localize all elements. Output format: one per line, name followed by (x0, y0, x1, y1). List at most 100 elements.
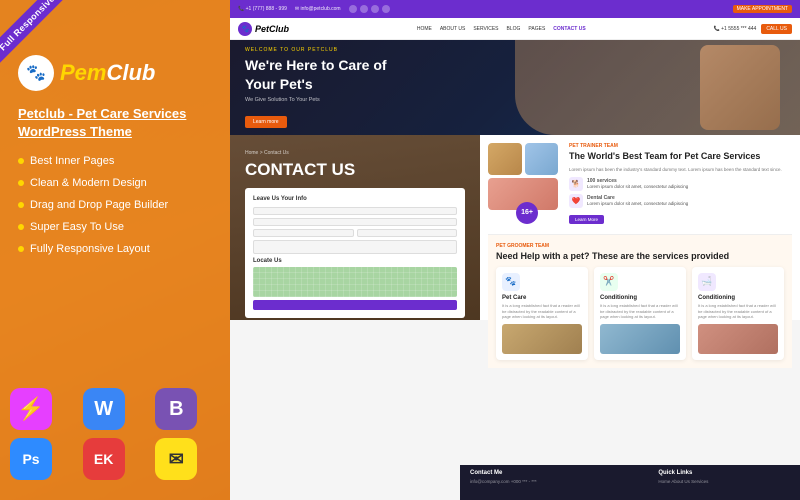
make-appointment-button[interactable]: MAKE APPOINTMENT (733, 5, 792, 13)
nav-home[interactable]: HOME (417, 26, 432, 32)
contact-breadcrumb: Home > Contact Us (245, 150, 465, 156)
team-photos-container: 16+ (488, 143, 563, 226)
service-desc-3: It is a long established fact that a rea… (698, 303, 778, 320)
feature-item: Fully Responsive Layout (18, 243, 213, 255)
feature-item: Drag and Drop Page Builder (18, 199, 213, 211)
hero-pet-image (700, 45, 780, 130)
feature-dot (18, 158, 24, 164)
hero-tag: WELCOME TO OUR PETCLUB (245, 47, 405, 53)
feature-item: Super Easy To Use (18, 221, 213, 233)
contact-submit-button[interactable] (253, 300, 457, 310)
elementor-icon: ⚡ (10, 388, 52, 430)
team-features: 🐕 100 services Lorem ipsum dolor sit ame… (569, 177, 792, 208)
service-name-3: Conditioning (698, 295, 778, 301)
contact-content: Home > Contact Us CONTACT US Leave Us Yo… (230, 135, 480, 320)
contact-fullname-field[interactable] (253, 207, 457, 215)
team-photo-1 (488, 143, 522, 175)
topbar-email: ✉ info@petclub.com (295, 6, 341, 12)
service-card-3: 🛁 Conditioning It is a long established … (692, 267, 784, 360)
feature-dot (18, 202, 24, 208)
hero-learn-more-button[interactable]: Learn more (245, 116, 287, 128)
pet-services-icon: 🐕 (569, 177, 583, 191)
footer-text-1: info@company.com +000 *** - *** (470, 479, 643, 485)
nav-services[interactable]: SERVICES (473, 26, 498, 32)
feature-label: Clean & Modern Design (30, 177, 147, 189)
team-photo-2 (525, 143, 559, 175)
team-info: PET TRAINER TEAM The World's Best Team f… (569, 143, 792, 226)
topbar-left: 📞 +1 (777) 888 - 999 ✉ info@petclub.com (238, 5, 390, 13)
feature-label: Best Inner Pages (30, 155, 114, 167)
contact-form: Leave Us Your Info Locate Us (245, 188, 465, 318)
logo-area: 🐾 PетClub (18, 55, 155, 91)
experience-badge: 16+ (516, 202, 538, 224)
site-logo-text: PetClub (255, 24, 289, 34)
contact-phone-field[interactable] (253, 229, 354, 237)
contact-email-field[interactable] (253, 218, 457, 226)
services-section: PET GROOMER TEAM Need Help with a pet? T… (488, 234, 792, 368)
bootstrap-icon: B (155, 388, 197, 430)
topbar-social (349, 5, 390, 13)
social-twitter-icon[interactable] (360, 5, 368, 13)
team-section: 16+ PET TRAINER TEAM The World's Best Te… (488, 143, 792, 226)
service-image-2 (600, 324, 680, 354)
pet-care-icon: 🐾 (502, 273, 520, 291)
contact-service-field[interactable] (357, 229, 458, 237)
nav-blog[interactable]: BLOG (507, 26, 521, 32)
theme-title-text: Petclub - Pet Care Services WordPress Th… (18, 105, 213, 141)
call-us-button[interactable]: CALL US (761, 24, 792, 34)
service-card-2: ✂️ Conditioning It is a long established… (594, 267, 686, 360)
social-instagram-icon[interactable] (371, 5, 379, 13)
contact-message-field[interactable] (253, 240, 457, 254)
team-feature-1-text: 100 services Lorem ipsum dolor sit amet,… (587, 178, 688, 190)
team-desc: Lorem ipsum has been the industry's stan… (569, 167, 792, 173)
nav-about[interactable]: ABOUT US (440, 26, 465, 32)
site-topbar: 📞 +1 (777) 888 - 999 ✉ info@petclub.com … (230, 0, 800, 18)
learn-more-button[interactable]: Learn More (569, 215, 604, 224)
social-youtube-icon[interactable] (382, 5, 390, 13)
psd-icon: Ps (10, 438, 52, 480)
two-col-section: Home > Contact Us CONTACT US Leave Us Yo… (230, 135, 800, 320)
team-feature-2-text: Dental Care Lorem ipsum dolor sit amet, … (587, 195, 688, 207)
hero-section: WELCOME TO OUR PETCLUB We're Here to Car… (230, 40, 800, 135)
service-card-1: 🐾 Pet Care It is a long established fact… (496, 267, 588, 360)
map-grid (253, 267, 457, 297)
feature-dot (18, 224, 24, 230)
nav-pages[interactable]: PAGES (528, 26, 545, 32)
contact-map (253, 267, 457, 297)
services-tag: PET GROOMER TEAM (496, 243, 784, 249)
site-logo: 🐾 PetClub (238, 22, 289, 36)
team-feature-1: 🐕 100 services Lorem ipsum dolor sit ame… (569, 177, 792, 191)
service-name-1: Pet Care (502, 295, 582, 301)
plugin-icons: ⚡ W B Ps EK ✉ (10, 388, 220, 480)
feature-dot (18, 246, 24, 252)
feature-label: Drag and Drop Page Builder (30, 199, 168, 211)
feature-item: Clean & Modern Design (18, 177, 213, 189)
social-facebook-icon[interactable] (349, 5, 357, 13)
locate-us-title: Locate Us (253, 258, 457, 264)
site-nav: HOME ABOUT US SERVICES BLOG PAGES CONTAC… (417, 26, 586, 32)
footer-strip: Contact Me info@company.com +000 *** - *… (460, 465, 800, 500)
services-grid: 🐾 Pet Care It is a long established fact… (496, 267, 784, 360)
ek-icon: EK (83, 438, 125, 480)
team-title: The World's Best Team for Pet Care Servi… (569, 151, 792, 163)
feature-item: Best Inner Pages (18, 155, 213, 167)
hero-subtitle: We Give Solution To Your Pets (245, 97, 405, 103)
header-phone: 📞 +1 5555 *** 444 (714, 26, 757, 32)
contact-title: CONTACT US (245, 160, 465, 180)
team-tag: PET TRAINER TEAM (569, 143, 792, 149)
theme-title: Petclub - Pet Care Services WordPress Th… (18, 105, 213, 141)
site-logo-icon: 🐾 (238, 22, 252, 36)
contact-section: Home > Contact Us CONTACT US Leave Us Yo… (230, 135, 480, 320)
features-list: Best Inner Pages Clean & Modern Design D… (18, 155, 213, 265)
conditioning-icon-2: 🛁 (698, 273, 716, 291)
hero-content: WELCOME TO OUR PETCLUB We're Here to Car… (230, 40, 420, 135)
feature-dot (18, 180, 24, 186)
mailchimp-icon: ✉ (155, 438, 197, 480)
left-panel: Full Responsive 🐾 PетClub Petclub - Pet … (0, 0, 230, 500)
service-desc-2: It is a long established fact that a rea… (600, 303, 680, 320)
footer-title-2: Quick Links (658, 470, 800, 476)
feature-label: Fully Responsive Layout (30, 243, 150, 255)
footer-col-2: Quick Links Home About Us Services (658, 470, 800, 485)
nav-contact[interactable]: CONTACT US (553, 26, 585, 32)
logo-icon: 🐾 (18, 55, 54, 91)
